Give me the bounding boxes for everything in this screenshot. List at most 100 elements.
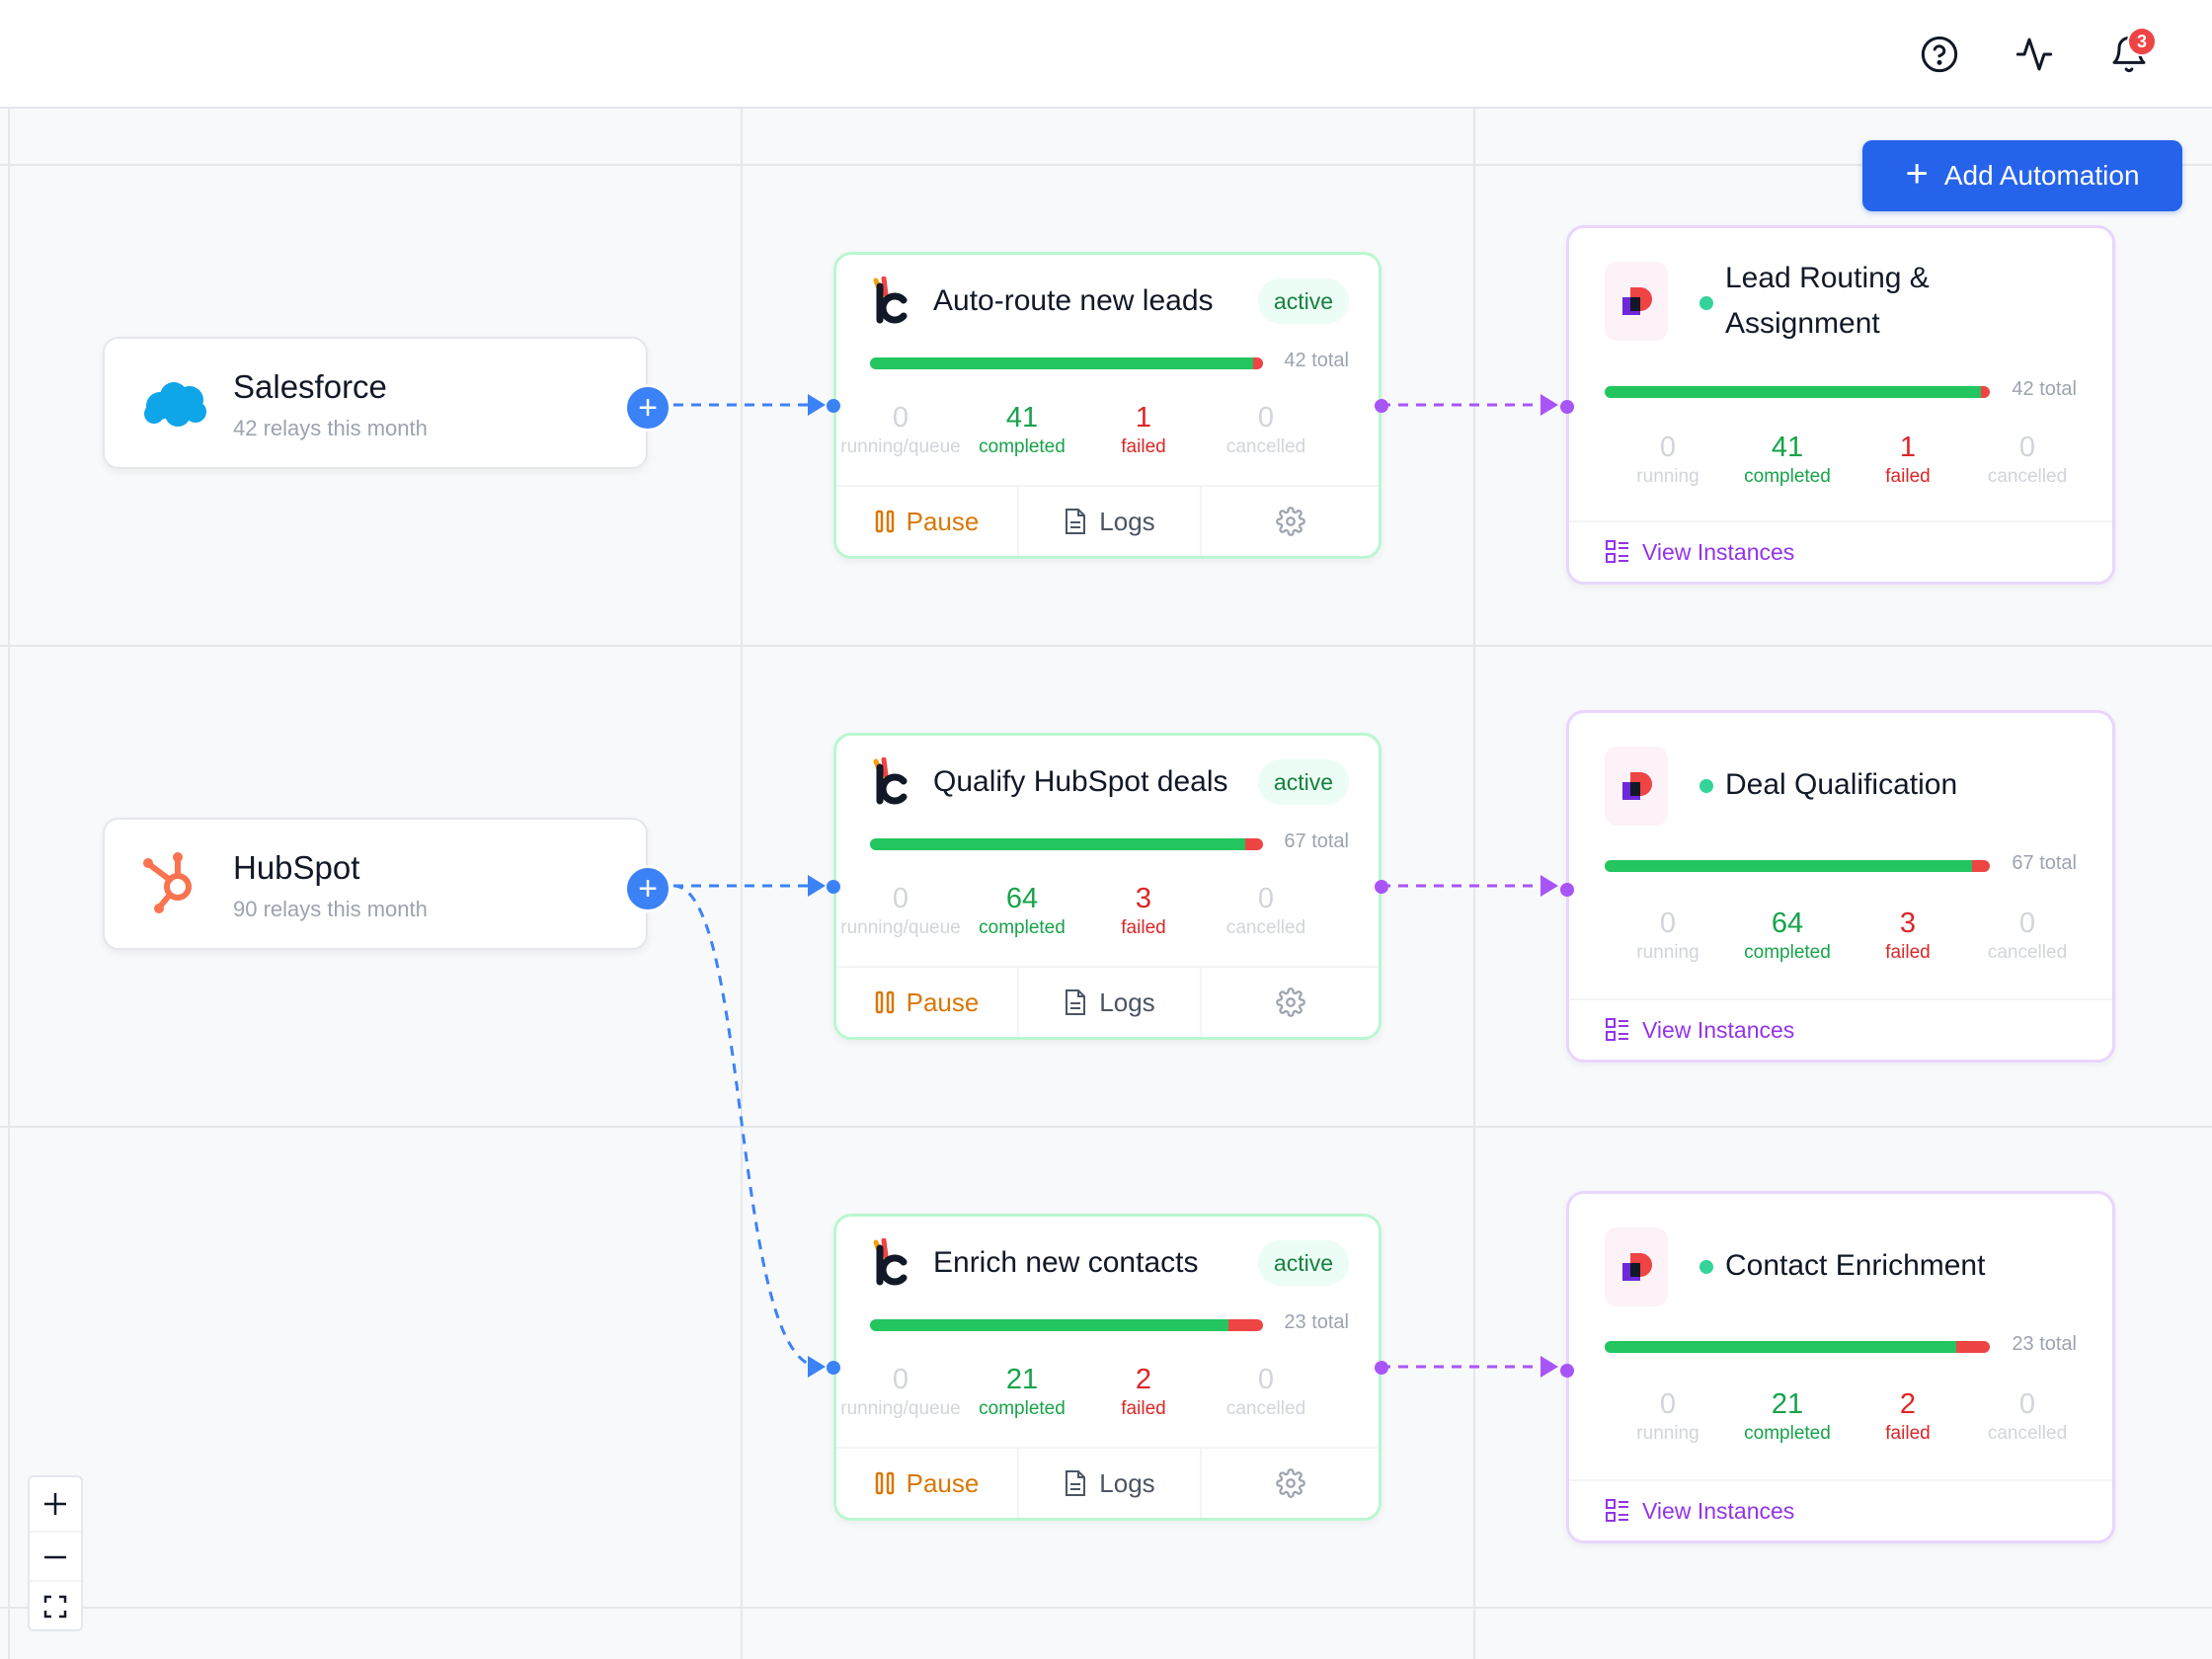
stat-value: 0 <box>1659 1388 1677 1420</box>
stat-value: 0 <box>892 402 909 434</box>
stat-completed: 41 completed <box>958 401 1086 458</box>
stat-label: running/queue <box>840 436 961 457</box>
automation-app-logo-icon <box>870 276 911 326</box>
minus-icon <box>44 1555 66 1559</box>
logs-button[interactable]: Logs <box>1019 487 1202 556</box>
stat-cancelled: 0 cancelled <box>1963 431 2092 488</box>
total-count: 67 total <box>1284 830 1349 852</box>
document-icon <box>1066 1470 1086 1496</box>
stat-value: 0 <box>1257 402 1275 434</box>
bell-icon[interactable]: 3 <box>2107 27 2157 76</box>
output-handle[interactable] <box>1375 399 1388 413</box>
source-name: Salesforce <box>233 368 387 405</box>
view-instances-button[interactable]: View Instances <box>1569 520 2112 582</box>
stat-label: running <box>1636 1423 1699 1444</box>
input-handle[interactable] <box>1560 883 1574 897</box>
add-connection-button[interactable]: + <box>624 384 672 432</box>
workflow-title: Lead Routing & Assignment <box>1725 262 1930 340</box>
automation-card-enrich-contacts[interactable]: Enrich new contacts active 23 total 0 ru… <box>827 1214 1388 1521</box>
stat-value: 0 <box>2018 1388 2036 1420</box>
stat-label: cancelled <box>1987 466 2068 487</box>
total-count: 67 total <box>2012 852 2077 874</box>
salesforce-cloud-icon <box>140 374 209 434</box>
view-instances-button[interactable]: View Instances <box>1569 1479 2112 1540</box>
logs-button[interactable]: Logs <box>1019 1449 1202 1518</box>
automation-title: Auto-route new leads <box>933 284 1214 317</box>
view-instances-label: View Instances <box>1642 538 1795 565</box>
automation-card-auto-route[interactable]: Auto-route new leads active 42 total 0 r… <box>827 252 1388 559</box>
workflow-card-lead-routing[interactable]: Lead Routing & Assignment 42 total 0 run… <box>1560 225 2115 585</box>
help-circle-icon[interactable] <box>1918 33 1961 76</box>
add-automation-button[interactable]: + Add Automation <box>1862 140 2182 211</box>
source-subtitle: 90 relays this month <box>233 897 428 921</box>
zoom-in-button[interactable] <box>30 1479 81 1529</box>
stat-value: 41 <box>1771 432 1804 463</box>
fit-view-button[interactable] <box>30 1580 81 1631</box>
total-count: 42 total <box>1284 350 1349 371</box>
stat-completed: 64 completed <box>958 882 1086 939</box>
stat-label: running/queue <box>840 1398 961 1419</box>
output-handle[interactable] <box>1375 1361 1388 1375</box>
zoom-out-button[interactable] <box>30 1531 81 1582</box>
source-node-salesforce[interactable]: Salesforce 42 relays this month + <box>103 337 672 469</box>
stat-value: 0 <box>1659 432 1677 463</box>
stat-label: running <box>1636 942 1699 963</box>
stat-label: completed <box>979 436 1066 457</box>
stat-running: 0 running <box>1604 431 1732 488</box>
automation-actions: Pause Logs <box>836 485 1379 556</box>
workflow-title: Contact Enrichment <box>1725 1249 1986 1282</box>
source-subtitle: 42 relays this month <box>233 416 428 440</box>
stat-running: 0 running/queue <box>836 882 965 939</box>
pause-icon <box>875 510 894 533</box>
stat-label: completed <box>1744 466 1831 487</box>
activity-icon[interactable] <box>2013 33 2056 76</box>
stat-failed: 2 failed <box>1079 1363 1208 1420</box>
workflow-card-contact-enrichment[interactable]: Contact Enrichment 23 total 0 running 21… <box>1560 1191 2115 1543</box>
settings-button[interactable] <box>1202 487 1379 556</box>
stat-failed: 1 failed <box>1844 431 1972 488</box>
pause-label: Pause <box>906 506 980 536</box>
stat-label: cancelled <box>1225 436 1306 457</box>
workflow-card-deal-qualification[interactable]: Deal Qualification 67 total 0 running 64… <box>1560 710 2115 1063</box>
input-handle[interactable] <box>827 1361 840 1375</box>
output-handle[interactable] <box>1375 880 1388 894</box>
source-node-hubspot[interactable]: HubSpot 90 relays this month + <box>103 818 672 950</box>
add-connection-button[interactable]: + <box>624 865 672 912</box>
stat-value: 21 <box>1771 1388 1804 1420</box>
logs-button[interactable]: Logs <box>1019 968 1202 1037</box>
pause-button[interactable]: Pause <box>836 1449 1019 1518</box>
total-count: 23 total <box>1284 1311 1349 1333</box>
edge-arrow <box>808 394 826 416</box>
list-icon <box>1606 1499 1628 1522</box>
progress-bar <box>870 838 1263 850</box>
stat-value: 3 <box>1135 883 1152 914</box>
stat-value: 0 <box>892 883 909 914</box>
input-handle[interactable] <box>827 399 840 413</box>
view-instances-label: View Instances <box>1642 1497 1795 1524</box>
stat-label: running <box>1636 466 1699 487</box>
grid-line <box>741 109 743 1659</box>
input-handle[interactable] <box>1560 1364 1574 1378</box>
input-handle[interactable] <box>827 880 840 894</box>
stat-label: completed <box>1744 1423 1831 1444</box>
status-dot <box>1699 296 1713 310</box>
status-dot <box>1699 779 1713 793</box>
stat-value: 64 <box>1771 908 1804 939</box>
stat-completed: 21 completed <box>958 1363 1086 1420</box>
stat-completed: 21 completed <box>1723 1387 1852 1445</box>
pause-button[interactable]: Pause <box>836 968 1019 1037</box>
stat-label: cancelled <box>1987 1423 2068 1444</box>
stat-failed: 2 failed <box>1844 1387 1972 1445</box>
automation-card-qualify-hubspot[interactable]: Qualify HubSpot deals active 67 total 0 … <box>827 733 1388 1040</box>
status-badge: active <box>1257 1240 1349 1286</box>
settings-button[interactable] <box>1202 1449 1379 1518</box>
workflow-app-logo-icon <box>1605 747 1668 826</box>
settings-button[interactable] <box>1202 968 1379 1037</box>
edge-arrow <box>808 1356 826 1378</box>
pause-button[interactable]: Pause <box>836 487 1019 556</box>
view-instances-button[interactable]: View Instances <box>1569 998 2112 1060</box>
input-handle[interactable] <box>1560 400 1574 414</box>
source-name: HubSpot <box>233 849 360 886</box>
workflow-title: Deal Qualification <box>1725 768 1958 801</box>
stat-label: failed <box>1885 1423 1931 1444</box>
